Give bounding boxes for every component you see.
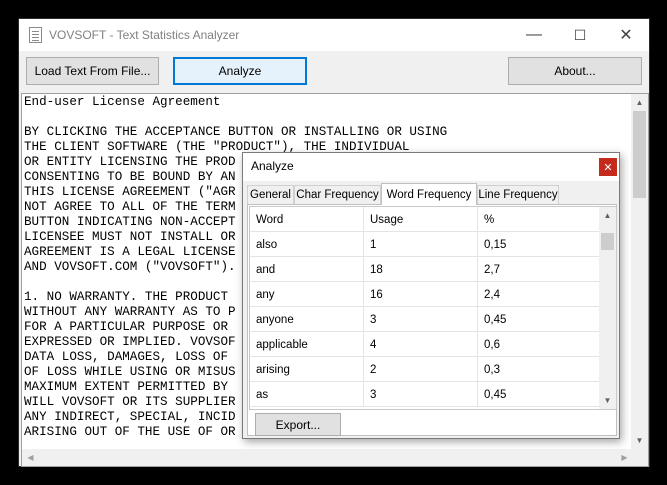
word-frequency-panel: Word Usage % also 1 0,15 and 18 2,7 any 16 2,4 an…	[247, 204, 617, 436]
scrollbar-corner	[631, 449, 648, 466]
minimize-button[interactable]: —	[511, 19, 557, 51]
column-header-percent[interactable]: %	[478, 207, 599, 232]
percent-cell: 0,6	[484, 338, 500, 351]
dialog-title-bar: Analyze ✕	[243, 153, 619, 181]
table-row[interactable]: as 3 0,45	[250, 382, 599, 407]
scroll-up-icon[interactable]: ▲	[631, 94, 648, 111]
scroll-left-icon[interactable]: ◀	[22, 449, 39, 466]
table-header-row: Word Usage %	[250, 207, 599, 232]
word-cell: any	[250, 282, 364, 307]
editor-vertical-scrollbar[interactable]: ▲ ▼	[631, 94, 648, 449]
percent-cell: 0,3	[484, 363, 500, 376]
close-button[interactable]: ✕	[603, 19, 649, 51]
word-cell: anyone	[250, 307, 364, 332]
editor-horizontal-scrollbar[interactable]: ◀ ▶	[22, 449, 633, 466]
usage-cell: 2	[364, 357, 478, 382]
table-vertical-scrollbar[interactable]: ▲ ▼	[599, 207, 616, 409]
word-cell: arising	[250, 357, 364, 382]
word-cell: also	[250, 232, 364, 257]
tab-char-frequency[interactable]: Char Frequency	[294, 185, 381, 204]
usage-cell: 3	[364, 307, 478, 332]
table-row[interactable]: also 1 0,15	[250, 232, 599, 257]
document-line: BY CLICKING THE ACCEPTANCE BUTTON OR INS…	[24, 125, 448, 139]
usage-cell: 18	[364, 257, 478, 282]
usage-cell: 3	[364, 382, 478, 407]
column-header-word[interactable]: Word	[250, 207, 364, 232]
usage-cell: 1	[364, 232, 478, 257]
title-bar: VOVSOFT - Text Statistics Analyzer — ☐ ✕	[19, 19, 649, 51]
tab-general[interactable]: General	[247, 185, 294, 204]
window-title: VOVSOFT - Text Statistics Analyzer	[49, 28, 240, 42]
percent-cell: 2,4	[484, 288, 500, 301]
word-cell: and	[250, 257, 364, 282]
word-cell: as	[250, 382, 364, 407]
scrollbar-thumb[interactable]	[633, 111, 646, 198]
percent-cell: 2,7	[484, 263, 500, 276]
table-row[interactable]: anyone 3 0,45	[250, 307, 599, 332]
percent-cell: 0,45	[484, 313, 507, 326]
table-scroll-down-icon[interactable]: ▼	[599, 392, 616, 409]
percent-cell: 0,15	[484, 238, 507, 251]
usage-cell: 4	[364, 332, 478, 357]
analyze-dialog: Analyze ✕ General Char Frequency Word Fr…	[242, 152, 620, 439]
table-row[interactable]: any 16 2,4	[250, 282, 599, 307]
dialog-title: Analyze	[251, 159, 294, 173]
analyze-button[interactable]: Analyze	[173, 57, 307, 85]
word-cell: applicable	[250, 332, 364, 357]
load-text-button[interactable]: Load Text From File...	[26, 57, 159, 85]
table-row[interactable]: applicable 4 0,6	[250, 332, 599, 357]
tab-line-frequency[interactable]: Line Frequency	[477, 185, 559, 204]
table-scroll-up-icon[interactable]: ▲	[599, 207, 616, 224]
document-line: End-user License Agreement	[24, 95, 221, 109]
export-button[interactable]: Export...	[255, 413, 341, 436]
table-row[interactable]: arising 2 0,3	[250, 357, 599, 382]
app-document-icon	[29, 27, 42, 43]
percent-cell: 0,45	[484, 388, 507, 401]
dialog-close-icon[interactable]: ✕	[599, 158, 617, 176]
column-header-usage[interactable]: Usage	[364, 207, 478, 232]
maximize-button[interactable]: ☐	[557, 19, 603, 51]
tab-word-frequency[interactable]: Word Frequency	[381, 183, 477, 205]
table-row[interactable]: and 18 2,7	[250, 257, 599, 282]
scroll-down-icon[interactable]: ▼	[631, 432, 648, 449]
usage-cell: 16	[364, 282, 478, 307]
table-scrollbar-thumb[interactable]	[601, 233, 614, 250]
word-frequency-table[interactable]: Word Usage % also 1 0,15 and 18 2,7 any 16 2,4 an…	[249, 206, 617, 410]
about-button[interactable]: About...	[508, 57, 642, 85]
